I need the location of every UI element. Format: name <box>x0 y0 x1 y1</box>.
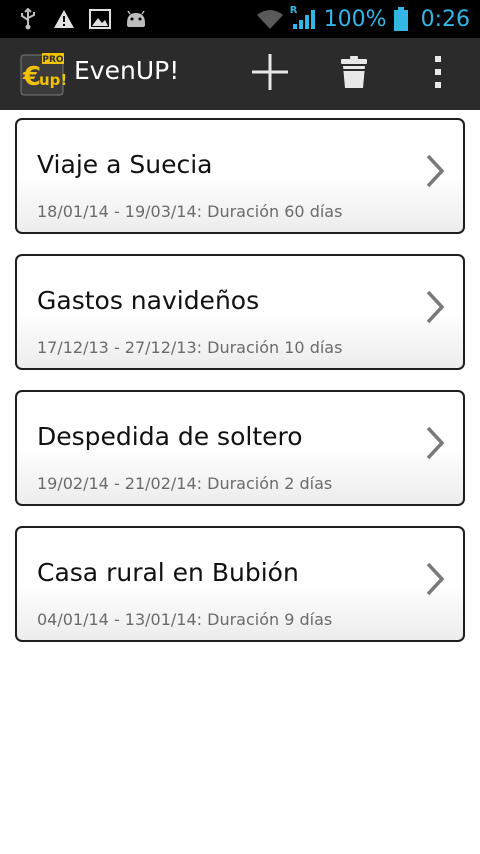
roaming-badge: R <box>289 5 298 16</box>
overflow-menu-button[interactable] <box>406 38 470 110</box>
event-dates: 17/12/13 - 27/12/13: Duración 10 días <box>37 338 343 357</box>
event-dates: 04/01/14 - 13/01/14: Duración 9 días <box>37 610 333 629</box>
event-title: Casa rural en Bubión <box>37 558 299 587</box>
list-item[interactable]: Gastos navideños 17/12/13 - 27/12/13: Du… <box>15 254 465 370</box>
status-notifications <box>16 7 148 31</box>
chevron-right-icon <box>425 562 445 596</box>
delete-button[interactable] <box>322 38 386 110</box>
usb-icon <box>16 7 40 31</box>
clock: 0:26 <box>420 6 470 32</box>
battery-icon <box>393 7 409 31</box>
overflow-menu-icon <box>433 55 443 93</box>
image-icon <box>88 7 112 31</box>
android-icon <box>124 7 148 31</box>
list-item[interactable]: Despedida de soltero 19/02/14 - 21/02/14… <box>15 390 465 506</box>
event-list: Viaje a Suecia 18/01/14 - 19/03/14: Dura… <box>15 118 465 662</box>
event-title: Despedida de soltero <box>37 422 303 451</box>
chevron-right-icon <box>425 154 445 188</box>
status-bar: R 100% 0:26 <box>0 0 480 38</box>
chevron-right-icon <box>425 290 445 324</box>
warning-icon <box>52 7 76 31</box>
add-icon <box>251 53 289 95</box>
add-button[interactable] <box>238 38 302 110</box>
app-logo: PRO € up! <box>20 52 67 96</box>
svg-text:PRO: PRO <box>42 55 64 65</box>
chevron-right-icon <box>425 426 445 460</box>
status-system: R 100% 0:26 <box>256 5 470 32</box>
wifi-icon <box>256 7 284 31</box>
list-item[interactable]: Casa rural en Bubión 04/01/14 - 13/01/14… <box>15 526 465 642</box>
app-title: EvenUP! <box>74 56 180 85</box>
event-title: Viaje a Suecia <box>37 150 213 179</box>
event-dates: 18/01/14 - 19/03/14: Duración 60 días <box>37 202 343 221</box>
event-dates: 19/02/14 - 21/02/14: Duración 2 días <box>37 474 333 493</box>
action-bar: PRO € up! EvenUP! <box>0 38 480 110</box>
event-title: Gastos navideños <box>37 286 260 315</box>
signal-icon: R <box>289 5 318 31</box>
list-item[interactable]: Viaje a Suecia 18/01/14 - 19/03/14: Dura… <box>15 118 465 234</box>
delete-icon <box>340 55 368 93</box>
battery-percent: 100% <box>323 6 387 32</box>
svg-text:up!: up! <box>39 71 66 89</box>
